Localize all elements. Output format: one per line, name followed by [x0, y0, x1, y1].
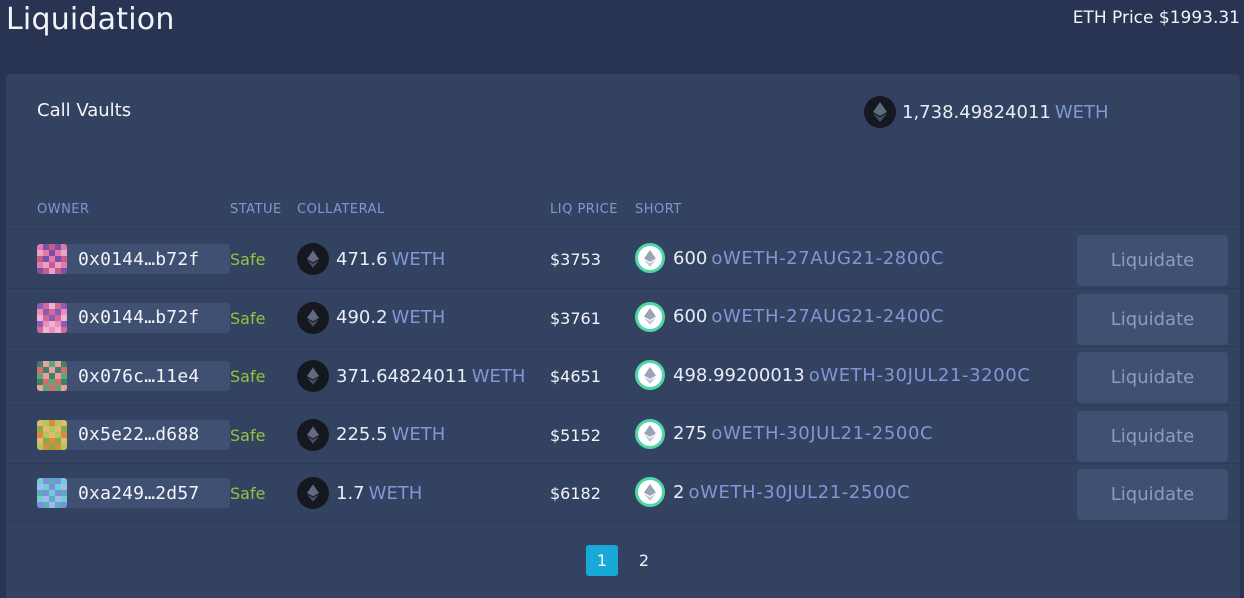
table-row: 0xa249…2d57 Safe 1.7 WETH $6182 2 oWETH-… [6, 463, 1240, 522]
collateral-cell: 490.2 WETH [297, 301, 446, 334]
collateral-unit: WETH [368, 482, 423, 504]
header-liq-price: LIQ PRICE [550, 202, 618, 217]
liq-price: $3761 [550, 308, 601, 328]
status-badge: Safe [230, 425, 266, 445]
otoken-icon [635, 477, 665, 507]
call-vaults-panel: Call Vaults 1,738.49824011 WETH OWNER ST… [6, 74, 1240, 598]
liquidate-button[interactable]: Liquidate [1077, 469, 1228, 520]
status-badge: Safe [230, 308, 266, 328]
short-token[interactable]: oWETH-30JUL21-3200C [809, 365, 1031, 386]
ethereum-icon [864, 96, 896, 128]
owner-address: 0xa249…2d57 [78, 482, 200, 504]
collateral-amount: 225.5 [336, 424, 388, 445]
table-row: 0x076c…11e4 Safe 371.64824011 WETH $4651… [6, 346, 1240, 405]
owner-avatar [37, 419, 67, 450]
short-amount: 498.99200013 [673, 364, 805, 386]
ethereum-icon [297, 301, 329, 334]
short-cell: 275 oWETH-30JUL21-2500C [635, 418, 933, 449]
short-cell: 600 oWETH-27AUG21-2800C [635, 243, 944, 273]
owner-address: 0x5e22…d688 [78, 424, 200, 445]
short-amount: 600 [673, 247, 708, 269]
owner-address: 0x076c…11e4 [78, 365, 200, 387]
header-status: STATUE [230, 202, 282, 217]
short-amount: 275 [673, 423, 708, 444]
short-token[interactable]: oWETH-30JUL21-2500C [711, 423, 933, 444]
owner-avatar [37, 478, 67, 508]
owner-chip[interactable]: 0xa249…2d57 [37, 478, 230, 508]
liquidation-page: Liquidation ETH Price $1993.31 Call Vaul… [0, 0, 1244, 598]
ethereum-icon [297, 477, 329, 509]
collateral-cell: 225.5 WETH [297, 418, 446, 451]
page-button-1[interactable]: 1 [586, 545, 618, 576]
pagination: 1 2 [586, 545, 660, 576]
total-unit: WETH [1054, 101, 1109, 123]
otoken-icon [635, 301, 665, 332]
collateral-amount: 490.2 [336, 307, 388, 328]
owner-avatar [37, 244, 67, 274]
collateral-cell: 471.6 WETH [297, 243, 445, 275]
liquidate-button[interactable]: Liquidate [1077, 352, 1228, 403]
short-cell: 600 oWETH-27AUG21-2400C [635, 301, 944, 332]
status-badge: Safe [230, 367, 266, 386]
eth-price: ETH Price $1993.31 [1072, 8, 1240, 28]
otoken-icon [635, 243, 665, 273]
short-amount: 2 [673, 481, 685, 503]
table-row: 0x0144…b72f Safe 471.6 WETH $3753 600 oW… [6, 229, 1240, 288]
short-amount: 600 [673, 306, 708, 327]
owner-avatar [37, 361, 67, 391]
owner-address: 0x0144…b72f [78, 248, 200, 270]
ethereum-icon [297, 243, 329, 275]
liq-price: $6182 [550, 484, 601, 503]
table-row: 0x5e22…d688 Safe 225.5 WETH $5152 275 oW… [6, 404, 1240, 464]
collateral-cell: 371.64824011 WETH [297, 360, 525, 392]
header-owner: OWNER [37, 202, 90, 217]
table-row: 0x0144…b72f Safe 490.2 WETH $3761 600 oW… [6, 287, 1240, 347]
total-amount: 1,738.49824011 [902, 101, 1051, 123]
short-token[interactable]: oWETH-27AUG21-2800C [711, 248, 944, 269]
owner-chip[interactable]: 0x076c…11e4 [37, 361, 230, 391]
ethereum-icon [297, 418, 329, 451]
collateral-amount: 1.7 [336, 482, 365, 504]
owner-avatar [37, 302, 67, 333]
short-token[interactable]: oWETH-30JUL21-2500C [688, 482, 910, 503]
liquidate-button[interactable]: Liquidate [1077, 235, 1228, 286]
owner-chip[interactable]: 0x0144…b72f [37, 302, 230, 333]
panel-title: Call Vaults [37, 100, 132, 121]
vaults-table-body: 0x0144…b72f Safe 471.6 WETH $3753 600 oW… [6, 229, 1240, 522]
owner-chip[interactable]: 0x5e22…d688 [37, 419, 230, 450]
otoken-icon [635, 360, 665, 390]
table-header: OWNER STATUE COLLATERAL LIQ PRICE SHORT [6, 202, 1240, 217]
owner-address: 0x0144…b72f [78, 307, 200, 328]
page-button-2[interactable]: 2 [628, 545, 660, 576]
liquidate-button[interactable]: Liquidate [1077, 293, 1228, 345]
liq-price: $5152 [550, 425, 601, 445]
total-collateral: 1,738.49824011 WETH [864, 96, 1109, 128]
collateral-unit: WETH [391, 424, 446, 445]
collateral-unit: WETH [391, 307, 446, 328]
collateral-amount: 471.6 [336, 248, 388, 270]
collateral-unit: WETH [391, 248, 446, 270]
short-token[interactable]: oWETH-27AUG21-2400C [711, 306, 944, 327]
collateral-cell: 1.7 WETH [297, 477, 422, 509]
liquidate-button[interactable]: Liquidate [1077, 410, 1228, 462]
header-collateral: COLLATERAL [297, 202, 385, 217]
ethereum-icon [297, 360, 329, 392]
liq-price: $4651 [550, 367, 601, 386]
otoken-icon [635, 418, 665, 449]
collateral-unit: WETH [471, 365, 526, 387]
owner-chip[interactable]: 0x0144…b72f [37, 244, 230, 274]
short-cell: 498.99200013 oWETH-30JUL21-3200C [635, 360, 1031, 390]
liq-price: $3753 [550, 250, 601, 269]
status-badge: Safe [230, 484, 266, 503]
header-short: SHORT [635, 202, 682, 217]
collateral-amount: 371.64824011 [336, 365, 468, 387]
page-title: Liquidation [6, 2, 175, 37]
status-badge: Safe [230, 250, 266, 269]
short-cell: 2 oWETH-30JUL21-2500C [635, 477, 910, 507]
